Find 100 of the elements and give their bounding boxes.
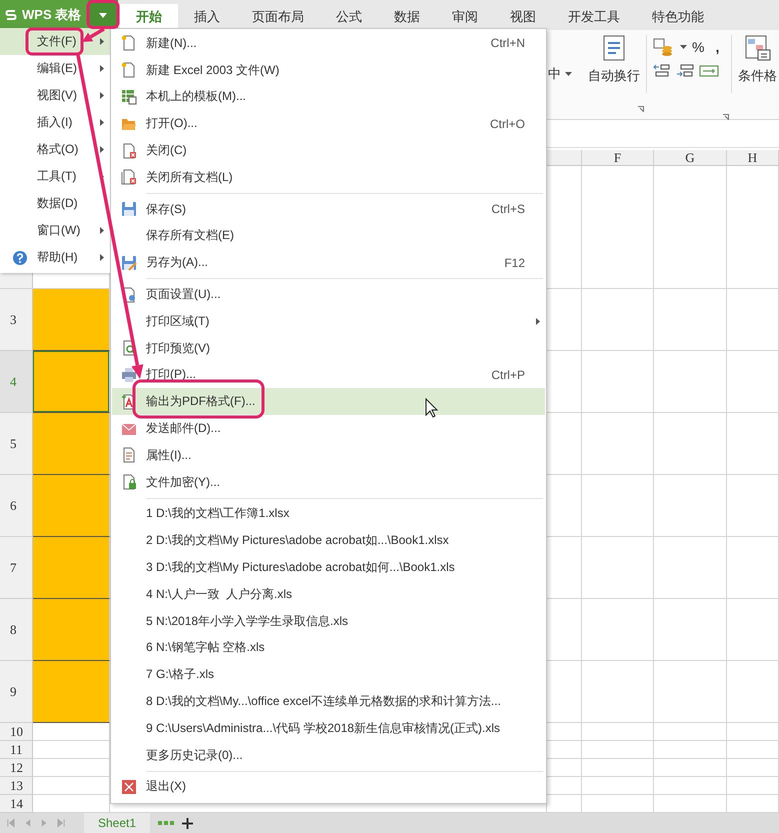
- menu-item[interactable]: 1 D:\我的文档\工作簿1.xlsx: [112, 500, 545, 528]
- ribbon-tab[interactable]: 特色功能: [636, 4, 720, 30]
- table-cell: [727, 661, 779, 723]
- percent-button[interactable]: %: [692, 39, 704, 55]
- menu-item[interactable]: 新建(N)... Ctrl+N: [112, 30, 545, 57]
- menu-item[interactable]: 新建 Excel 2003 文件(W): [112, 56, 545, 84]
- wrap-text-button[interactable]: 自动换行: [588, 30, 640, 85]
- annotation-arrow: [82, 28, 105, 42]
- menu-item[interactable]: 本机上的模板(M)...: [112, 84, 545, 110]
- caret-icon[interactable]: [680, 45, 687, 49]
- ribbon-tab[interactable]: 开始: [120, 4, 178, 30]
- column-header[interactable]: [547, 150, 582, 166]
- menu-item[interactable]: 插入(I): [0, 109, 110, 136]
- previous-sheet-icon[interactable]: [23, 818, 32, 828]
- menu-item[interactable]: 格式(O): [0, 136, 110, 163]
- ribbon-tab[interactable]: 数据: [378, 4, 436, 30]
- menu-item[interactable]: 编辑(E): [0, 55, 110, 82]
- row-header[interactable]: 13: [0, 777, 33, 795]
- table-cell[interactable]: [33, 289, 110, 351]
- ribbon-tab[interactable]: 页面布局: [236, 4, 320, 30]
- menu-item[interactable]: 关闭所有文档(L): [112, 164, 545, 191]
- table-cell[interactable]: [33, 537, 110, 599]
- first-sheet-icon[interactable]: [6, 818, 15, 828]
- row-header[interactable]: 8: [0, 599, 33, 661]
- menu-item[interactable]: 3 D:\我的文档\My Pictures\adobe acrobat如何...\Book1.xls: [112, 554, 545, 581]
- printer-icon: [121, 366, 137, 383]
- menu-item[interactable]: 打印预览(V): [112, 334, 545, 362]
- currency-icon[interactable]: [653, 38, 675, 56]
- menu-item[interactable]: 视图(V): [0, 82, 110, 109]
- column-header[interactable]: F: [582, 150, 654, 166]
- last-sheet-icon[interactable]: [57, 818, 66, 828]
- row-header[interactable]: 9: [0, 661, 33, 723]
- column-header[interactable]: H: [727, 150, 779, 166]
- table-cell[interactable]: [33, 351, 110, 413]
- table-cell[interactable]: [33, 413, 110, 475]
- menu-item[interactable]: 属性(I)...: [112, 442, 545, 469]
- table-cell[interactable]: [33, 661, 110, 723]
- row-header[interactable]: 11: [0, 741, 33, 759]
- menu-item[interactable]: 退出(X): [112, 774, 545, 800]
- row-header[interactable]: 3: [0, 289, 33, 351]
- dialog-launcher-icon[interactable]: [638, 106, 644, 112]
- menu-item[interactable]: 4 N:\人户一致 人户分离.xls: [112, 580, 545, 608]
- next-sheet-icon[interactable]: [40, 818, 49, 828]
- menu-item[interactable]: 页面设置(U)...: [112, 281, 545, 308]
- table-cell: [727, 475, 779, 537]
- number-format-icon[interactable]: [699, 64, 719, 78]
- menu-item[interactable]: 另存为(A)... F12: [112, 249, 545, 276]
- menu-item[interactable]: 窗口(W): [0, 217, 110, 244]
- menu-item[interactable]: 文件加密(Y)...: [112, 468, 545, 496]
- exit-icon: [121, 778, 137, 795]
- decrease-decimal-icon[interactable]: [676, 64, 694, 78]
- menu-item[interactable]: 8 D:\我的文档\My...\office excel不连续单元格数据的求和计算方法...: [112, 688, 545, 715]
- menu-item[interactable]: 7 G:\格子.xls: [112, 661, 545, 688]
- template-icon: [121, 88, 137, 105]
- row-header[interactable]: 12: [0, 759, 33, 777]
- row-header[interactable]: 14: [0, 795, 33, 813]
- dialog-launcher-icon[interactable]: [723, 114, 729, 120]
- lock-document-icon: [121, 474, 137, 490]
- column-header[interactable]: G: [654, 150, 727, 166]
- highlight-frame: [26, 28, 84, 56]
- menu-item[interactable]: 更多历史记录(0)...: [112, 742, 545, 769]
- menu-item[interactable]: 保存所有文档(E): [112, 222, 545, 250]
- row-header[interactable]: 6: [0, 475, 33, 537]
- menu-item[interactable]: 5 N:\2018年小学入学学生录取信息.xls: [112, 608, 545, 635]
- increase-decimal-icon[interactable]: [653, 64, 671, 78]
- row-header[interactable]: 5: [0, 413, 33, 475]
- add-sheet-icon[interactable]: [182, 818, 194, 828]
- menu-item[interactable]: 9 C:\Users\Administra...\代码 学校2018新生信息审核情况(正式).xls: [112, 714, 545, 742]
- menu-item[interactable]: 打开(O)... Ctrl+O: [112, 110, 545, 138]
- ribbon-tab[interactable]: 公式: [320, 4, 378, 30]
- ribbon-tab[interactable]: 插入: [178, 4, 236, 30]
- menu-item[interactable]: 工具(T): [0, 163, 110, 190]
- table-cell: [727, 723, 779, 741]
- menu-item[interactable]: 2 D:\我的文档\My Pictures\adobe acrobat如...\Book1.xlsx: [112, 527, 545, 554]
- table-cell: [582, 777, 654, 795]
- sheet-tab[interactable]: Sheet1: [84, 813, 150, 833]
- submenu-arrow-icon: [100, 227, 104, 234]
- menu-item[interactable]: 发送邮件(D)...: [112, 415, 545, 442]
- ribbon-tab[interactable]: 视图: [494, 4, 552, 30]
- row-header[interactable]: 7: [0, 537, 33, 599]
- row-header[interactable]: 10: [0, 723, 33, 741]
- comma-style-button[interactable]: ,: [715, 39, 720, 55]
- menu-item[interactable]: 保存(S) Ctrl+S: [112, 196, 545, 223]
- menu-item[interactable]: 打印(P)... Ctrl+P: [112, 362, 545, 388]
- logo-icon: [4, 8, 18, 22]
- table-cell[interactable]: [33, 599, 110, 661]
- menu-item[interactable]: 数据(D): [0, 190, 110, 217]
- menu-item[interactable]: 帮助(H): [0, 244, 110, 271]
- merge-center-button[interactable]: 中: [548, 65, 572, 83]
- properties-icon: [121, 447, 137, 464]
- submenu-arrow-icon: [536, 318, 540, 325]
- conditional-format-button[interactable]: 条件格: [732, 30, 777, 85]
- menu-item[interactable]: 关闭(C): [112, 137, 545, 164]
- ribbon-tab[interactable]: 开发工具: [552, 4, 636, 30]
- more-sheets-icon[interactable]: [158, 821, 174, 825]
- ribbon-tab[interactable]: 审阅: [436, 4, 494, 30]
- table-cell[interactable]: [33, 475, 110, 537]
- menu-item[interactable]: 打印区域(T): [112, 308, 545, 335]
- menu-item[interactable]: 6 N:\钢笔字帖 空格.xls: [112, 634, 545, 662]
- menu-item[interactable]: 输出为PDF格式(F)...: [112, 388, 545, 416]
